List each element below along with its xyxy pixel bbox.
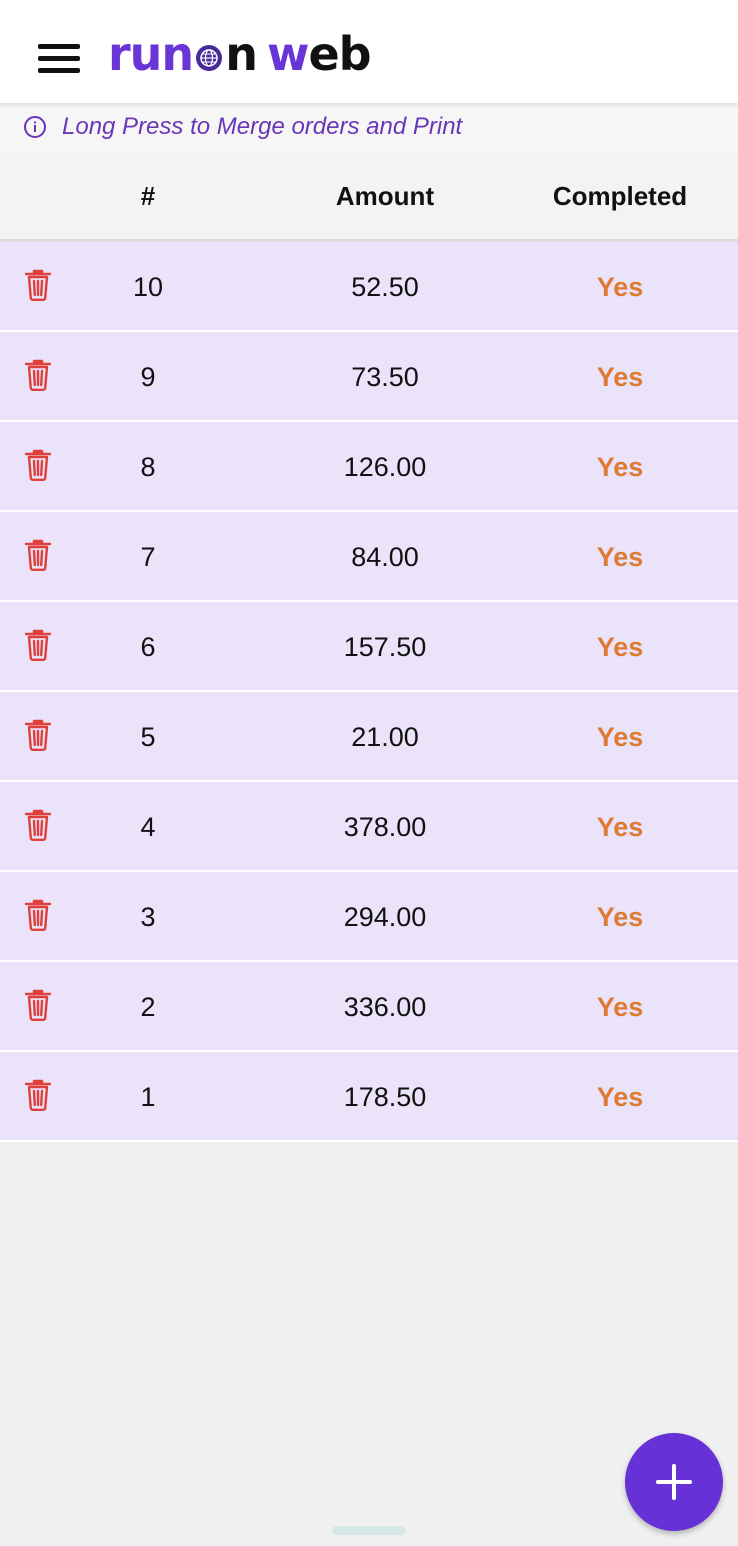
order-amount: 178.50 (343, 1082, 427, 1112)
order-amount: 52.50 (351, 272, 419, 302)
order-amount: 21.00 (351, 722, 419, 752)
info-banner: Long Press to Merge orders and Print (0, 103, 738, 151)
info-banner-text: Long Press to Merge orders and Print (62, 113, 463, 140)
order-completed-status: Yes (596, 812, 644, 842)
order-completed-status: Yes (596, 902, 644, 932)
trash-icon[interactable] (24, 1079, 52, 1111)
logo-text-run: run (108, 27, 194, 81)
order-completed-status: Yes (596, 542, 644, 572)
order-number: 10 (132, 272, 164, 302)
table-row[interactable]: 7 84.00 Yes (0, 512, 738, 602)
trash-icon[interactable] (24, 539, 52, 571)
trash-icon[interactable] (24, 899, 52, 931)
home-indicator (332, 1526, 406, 1535)
order-amount: 294.00 (343, 902, 427, 932)
table-row[interactable]: 5 21.00 Yes (0, 692, 738, 782)
order-amount: 73.50 (351, 362, 419, 392)
logo-text-n: n (225, 27, 258, 81)
order-completed-status: Yes (596, 632, 644, 662)
order-completed-status: Yes (596, 1082, 644, 1112)
table-row[interactable]: 9 73.50 Yes (0, 332, 738, 422)
table-row[interactable]: 3 294.00 Yes (0, 872, 738, 962)
order-amount: 126.00 (343, 452, 427, 482)
app-logo: run n w eb (108, 26, 372, 82)
table-row[interactable]: 2 336.00 Yes (0, 962, 738, 1052)
trash-icon[interactable] (24, 269, 52, 301)
order-amount: 84.00 (351, 542, 419, 572)
trash-icon[interactable] (24, 359, 52, 391)
add-order-button[interactable] (625, 1433, 723, 1531)
order-amount: 336.00 (343, 992, 427, 1022)
order-number: 4 (140, 812, 156, 842)
order-number: 5 (140, 722, 156, 752)
order-number: 3 (140, 902, 156, 932)
order-number: 1 (140, 1082, 156, 1112)
hamburger-menu-icon[interactable] (38, 40, 80, 76)
table-row[interactable]: 6 157.50 Yes (0, 602, 738, 692)
table-row[interactable]: 10 52.50 Yes (0, 242, 738, 332)
column-header-number: # (140, 181, 156, 211)
trash-icon[interactable] (24, 809, 52, 841)
order-number: 7 (140, 542, 156, 572)
trash-icon[interactable] (24, 989, 52, 1021)
table-row[interactable]: 1 178.50 Yes (0, 1052, 738, 1142)
app-bar: run n w eb (0, 0, 738, 103)
order-number: 2 (140, 992, 156, 1022)
order-completed-status: Yes (596, 722, 644, 752)
table-row[interactable]: 8 126.00 Yes (0, 422, 738, 512)
column-header-amount: Amount (335, 181, 435, 211)
table-row[interactable]: 4 378.00 Yes (0, 782, 738, 872)
trash-icon[interactable] (24, 629, 52, 661)
table-header: # Amount Completed (0, 151, 738, 242)
order-amount: 157.50 (343, 632, 427, 662)
order-amount: 378.00 (343, 812, 427, 842)
globe-icon (196, 45, 223, 71)
info-icon (24, 116, 46, 138)
logo-text-w: w (266, 27, 309, 81)
logo-text-eb: eb (308, 27, 371, 81)
order-number: 6 (140, 632, 156, 662)
order-completed-status: Yes (596, 452, 644, 482)
trash-icon[interactable] (24, 449, 52, 481)
order-number: 8 (140, 452, 156, 482)
order-number: 9 (140, 362, 156, 392)
trash-icon[interactable] (24, 719, 52, 751)
order-completed-status: Yes (596, 362, 644, 392)
column-header-completed: Completed (552, 181, 688, 211)
orders-table-body: 10 52.50 Yes 9 73.50 Yes 8 126.00 Yes 7 … (0, 242, 738, 1142)
order-completed-status: Yes (596, 992, 644, 1022)
order-completed-status: Yes (596, 272, 644, 302)
